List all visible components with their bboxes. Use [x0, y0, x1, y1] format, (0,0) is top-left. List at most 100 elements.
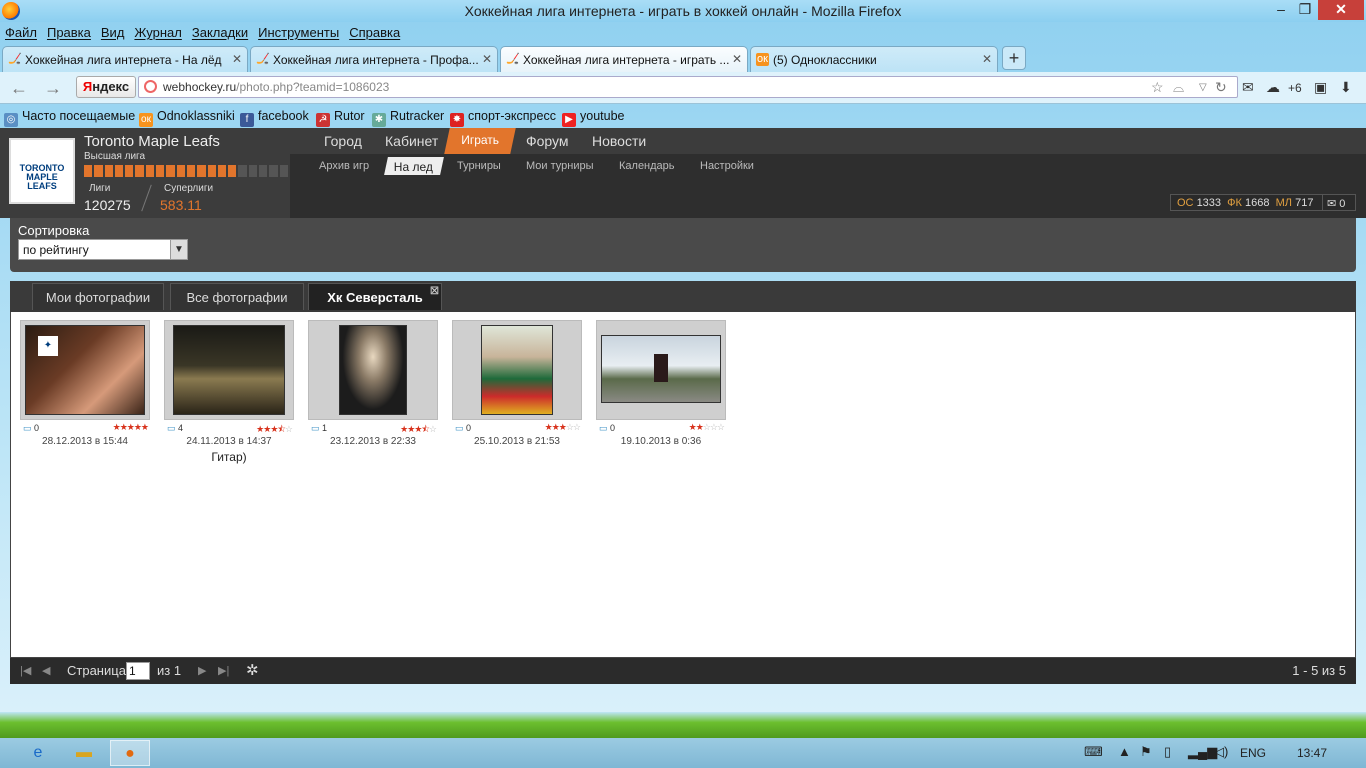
- comments-count[interactable]: ▭ 1: [311, 423, 327, 434]
- photo-thumbnail[interactable]: ✦: [20, 320, 150, 420]
- menu-file[interactable]: Файл: [0, 22, 42, 43]
- close-icon[interactable]: ☒: [430, 286, 439, 297]
- internet-explorer-icon[interactable]: e: [18, 740, 58, 766]
- next-page-icon[interactable]: ▶: [198, 664, 206, 677]
- nav-city[interactable]: Город: [324, 133, 362, 149]
- photo-thumbnail[interactable]: [452, 320, 582, 420]
- mail-notify-icon[interactable]: ✉: [1242, 79, 1254, 96]
- tray-expand-icon[interactable]: ▲: [1118, 744, 1131, 759]
- photo-thumbnail[interactable]: [164, 320, 294, 420]
- firefox-taskbar-icon[interactable]: ●: [110, 740, 150, 766]
- nav-forum[interactable]: Форум: [526, 133, 569, 149]
- page-number-input[interactable]: 1: [126, 662, 150, 680]
- bookmark-most-visited[interactable]: ◎ Часто посещаемые: [4, 109, 135, 127]
- power-icon[interactable]: ▯: [1164, 744, 1171, 760]
- rating-stars[interactable]: ★★★★★: [113, 422, 149, 433]
- download-icon[interactable]: ⬇: [1340, 79, 1352, 96]
- close-window-button[interactable]: ✕: [1318, 0, 1364, 20]
- sort-select[interactable]: по рейтингу: [18, 239, 188, 260]
- menu-tools[interactable]: Инструменты: [253, 22, 344, 43]
- signal-icon[interactable]: ▂▄▆: [1188, 744, 1217, 760]
- star-icon[interactable]: ★: [545, 422, 553, 432]
- tab-close-icon[interactable]: ✕: [732, 52, 742, 66]
- star-icon[interactable]: ★: [696, 422, 704, 432]
- rating-stars[interactable]: ★★☆☆☆: [689, 422, 725, 433]
- photo-card[interactable]: ▭ 4 ★★★⯪☆ 24.11.2013 в 14:37 Гитар): [164, 320, 294, 464]
- nav-cabinet[interactable]: Кабинет: [385, 133, 438, 149]
- tab-close-icon[interactable]: ✕: [482, 52, 492, 66]
- menu-help[interactable]: Справка: [344, 22, 405, 43]
- team-logo[interactable]: TORONTO MAPLE LEAFS: [9, 138, 75, 204]
- bookmark-rutracker[interactable]: ✱ Rutracker: [372, 109, 444, 127]
- star-icon[interactable]: ⯪: [421, 424, 429, 434]
- menu-edit[interactable]: Правка: [42, 22, 96, 43]
- keyboard-icon[interactable]: ⌨: [1084, 744, 1103, 760]
- restore-icon[interactable]: ❐: [1294, 0, 1316, 20]
- star-bookmark-icon[interactable]: ☆: [1151, 79, 1164, 96]
- bookmark-sport-express[interactable]: ✸ спорт-экспресс: [450, 109, 556, 127]
- photo-card[interactable]: ▭ 1 ★★★⯪☆ 23.12.2013 в 22:33: [308, 320, 438, 447]
- photo-card[interactable]: ▭ 0 ★★☆☆☆ 19.10.2013 в 0:36: [596, 320, 726, 447]
- browser-tab[interactable]: 🏒 Хоккейная лига интернета - На лёд ✕: [2, 46, 248, 72]
- star-icon[interactable]: ★: [113, 422, 121, 432]
- volume-icon[interactable]: ◁): [1214, 744, 1228, 760]
- star-icon[interactable]: ☆: [566, 422, 574, 432]
- file-explorer-icon[interactable]: ▬: [64, 740, 104, 766]
- flag-icon[interactable]: ⚑: [1140, 744, 1152, 760]
- new-tab-button[interactable]: +: [1002, 46, 1026, 70]
- subnav-tournaments[interactable]: Турниры: [457, 160, 501, 172]
- star-icon[interactable]: ☆: [717, 422, 725, 432]
- cloud-icon[interactable]: ☁: [1266, 79, 1280, 96]
- star-icon[interactable]: ⯪: [277, 424, 285, 434]
- bookmark-facebook[interactable]: f facebook: [240, 109, 309, 127]
- browser-tab[interactable]: 🏒 Хоккейная лига интернета - Профа... ✕: [250, 46, 498, 72]
- first-page-icon[interactable]: |◀: [20, 664, 31, 677]
- messages-button[interactable]: ✉ 0: [1322, 194, 1356, 211]
- team-name[interactable]: Toronto Maple Leafs: [84, 133, 220, 150]
- comments-count[interactable]: ▭ 0: [599, 423, 615, 434]
- photo-thumbnail[interactable]: [596, 320, 726, 420]
- tab-my-photos[interactable]: Мои фотографии: [32, 283, 164, 310]
- clock[interactable]: 13:47: [1297, 746, 1327, 760]
- star-icon[interactable]: ★: [127, 422, 135, 432]
- star-icon[interactable]: ★: [120, 422, 128, 432]
- nav-news[interactable]: Новости: [592, 133, 646, 149]
- star-icon[interactable]: ★: [689, 422, 697, 432]
- forward-icon[interactable]: →: [44, 78, 62, 99]
- comments-count[interactable]: ▭ 0: [23, 423, 39, 434]
- subnav-archive[interactable]: Архив игр: [319, 160, 369, 172]
- menu-view[interactable]: Вид: [96, 22, 130, 43]
- menu-bookmarks[interactable]: Закладки: [187, 22, 253, 43]
- star-icon[interactable]: ☆: [429, 424, 437, 434]
- subnav-calendar[interactable]: Календарь: [619, 160, 675, 172]
- bookmark-youtube[interactable]: ▶ youtube: [562, 109, 624, 127]
- star-icon[interactable]: ☆: [285, 424, 293, 434]
- tab-close-icon[interactable]: ✕: [232, 52, 242, 66]
- rating-stars[interactable]: ★★★⯪☆: [400, 422, 437, 438]
- photo-card[interactable]: ▭ 0 ★★★☆☆ 25.10.2013 в 21:53: [452, 320, 582, 447]
- tab-team-photos[interactable]: Хк Северсталь ☒: [308, 283, 442, 310]
- chevron-down-icon[interactable]: ▼: [170, 239, 188, 260]
- prev-page-icon[interactable]: ◀: [42, 664, 50, 677]
- reload-icon[interactable]: ↻: [1215, 79, 1227, 96]
- refresh-icon[interactable]: ✲: [246, 661, 259, 679]
- url-bar[interactable]: webhockey.ru/photo.php?teamid=1086023 ☆ …: [138, 76, 1238, 98]
- comments-count[interactable]: ▭ 0: [455, 423, 471, 434]
- language-indicator[interactable]: ENG: [1240, 746, 1266, 760]
- photo-thumbnail[interactable]: [308, 320, 438, 420]
- bookmark-odnoklassniki[interactable]: ок Odnoklassniki: [139, 109, 235, 127]
- subnav-on-ice[interactable]: На лед: [384, 157, 444, 175]
- star-icon[interactable]: ★: [134, 422, 142, 432]
- star-icon[interactable]: ★: [141, 422, 149, 432]
- star-icon[interactable]: ☆: [573, 422, 581, 432]
- tab-all-photos[interactable]: Все фотографии: [170, 283, 304, 310]
- photo-card[interactable]: ✦ ▭ 0 ★★★★★ 28.12.2013 в 15:44: [20, 320, 150, 447]
- subnav-my-tournaments[interactable]: Мои турниры: [526, 160, 594, 172]
- tab-close-icon[interactable]: ✕: [982, 52, 992, 66]
- star-icon[interactable]: ☆: [703, 422, 711, 432]
- minimize-icon[interactable]: –: [1270, 0, 1292, 20]
- subnav-settings[interactable]: Настройки: [700, 160, 754, 172]
- browser-tab-active[interactable]: 🏒 Хоккейная лига интернета - играть ... …: [500, 46, 748, 72]
- star-icon[interactable]: ★: [559, 422, 567, 432]
- menu-history[interactable]: Журнал: [129, 22, 186, 43]
